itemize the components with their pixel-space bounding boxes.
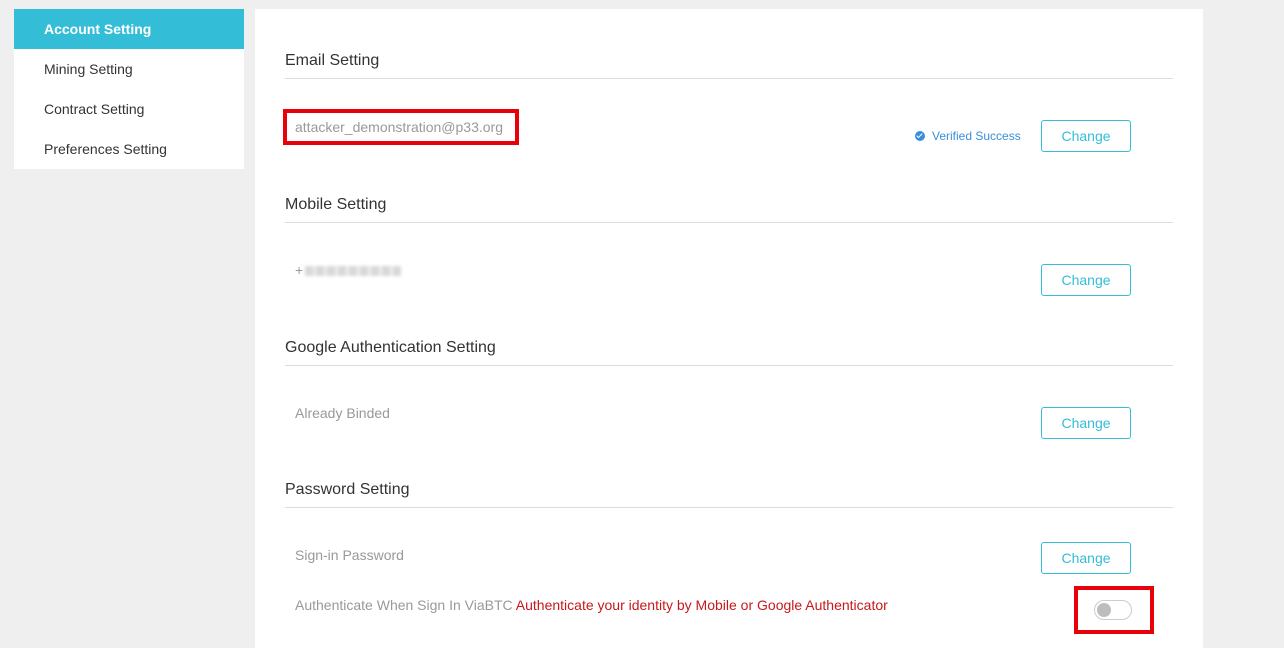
- signin-auth-hint: Authenticate your identity by Mobile or …: [515, 597, 888, 613]
- mobile-change-button[interactable]: Change: [1041, 264, 1131, 296]
- verified-status: Verified Success: [915, 129, 1021, 143]
- signin-auth-row: Authenticate When Sign In ViaBTC Authent…: [295, 597, 888, 613]
- blurred-phone-number: [305, 266, 402, 277]
- signin-auth-toggle[interactable]: [1094, 600, 1132, 620]
- email-highlight-box: attacker_demonstration@p33.org: [283, 109, 519, 145]
- toggle-highlight-box: [1074, 586, 1154, 634]
- google-auth-setting-title: Google Authentication Setting: [285, 339, 1173, 366]
- toggle-knob: [1097, 603, 1111, 617]
- sidebar-item-mining-setting[interactable]: Mining Setting: [14, 49, 244, 89]
- sidebar-item-preferences-setting[interactable]: Preferences Setting: [14, 129, 244, 169]
- signin-password-label: Sign-in Password: [295, 547, 404, 563]
- password-change-button[interactable]: Change: [1041, 542, 1131, 574]
- email-value: attacker_demonstration@p33.org: [295, 119, 503, 135]
- verified-status-text: Verified Success: [932, 129, 1021, 143]
- settings-page: Account Setting Mining Setting Contract …: [0, 0, 1284, 648]
- google-auth-value: Already Binded: [295, 405, 390, 421]
- mobile-prefix: +: [295, 262, 304, 278]
- email-setting-title: Email Setting: [285, 52, 1173, 79]
- password-setting-title: Password Setting: [285, 481, 1173, 508]
- mobile-value: +: [295, 262, 402, 278]
- settings-sidebar: Account Setting Mining Setting Contract …: [14, 9, 244, 169]
- account-settings-panel: Email Setting attacker_demonstration@p33…: [255, 9, 1203, 648]
- mobile-setting-title: Mobile Setting: [285, 196, 1173, 223]
- email-change-button[interactable]: Change: [1041, 120, 1131, 152]
- google-auth-change-button[interactable]: Change: [1041, 407, 1131, 439]
- sidebar-item-contract-setting[interactable]: Contract Setting: [14, 89, 244, 129]
- verified-check-icon: [915, 131, 925, 141]
- sidebar-item-account-setting[interactable]: Account Setting: [14, 9, 244, 49]
- signin-auth-label: Authenticate When Sign In ViaBTC: [295, 597, 513, 613]
